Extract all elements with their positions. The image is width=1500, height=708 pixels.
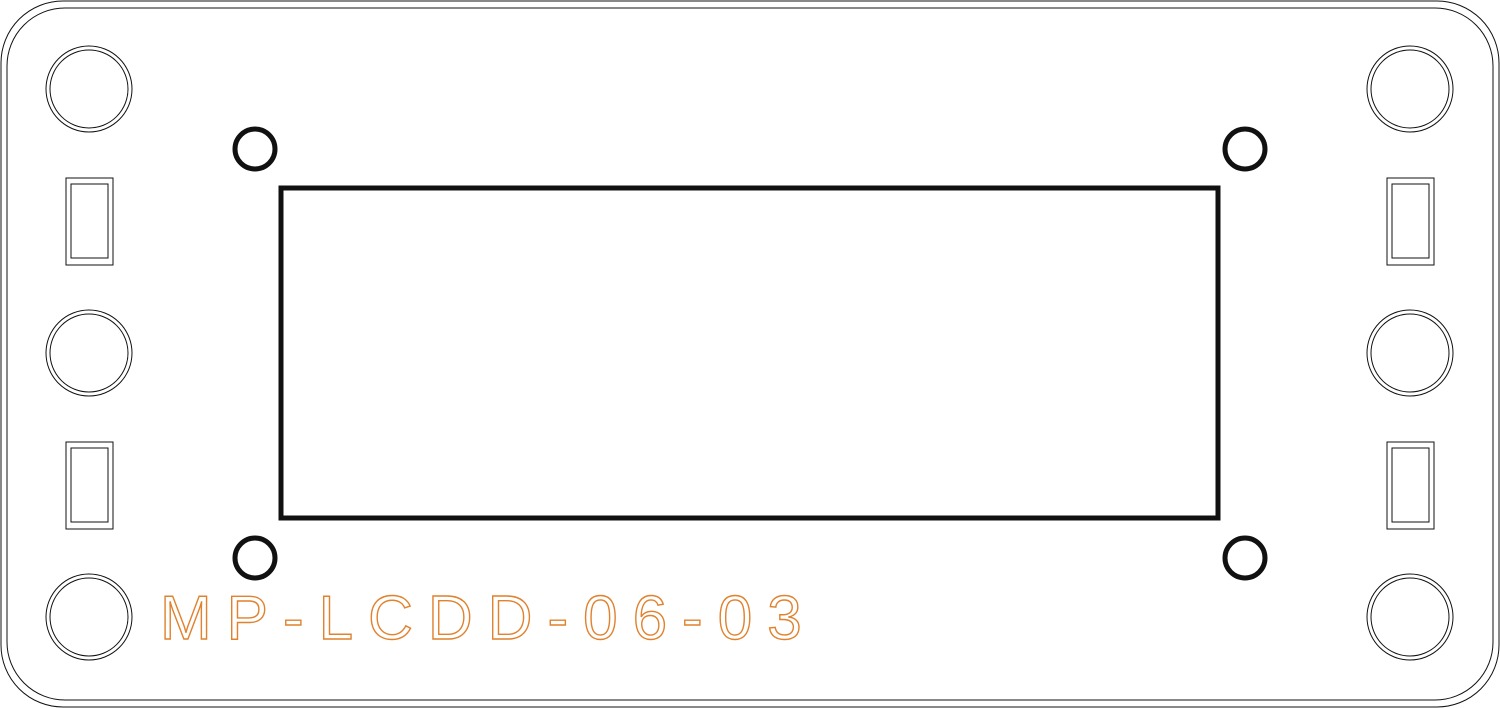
slot-lower-left	[65, 441, 114, 530]
mounting-hole-top-right	[1366, 45, 1454, 133]
screw-hole-top-left	[232, 126, 278, 172]
panel-drawing: MP-LCDD-06-03	[0, 0, 1500, 708]
mounting-hole-middle-left	[45, 309, 133, 397]
mounting-holes	[45, 45, 1454, 661]
slot-upper-right	[1386, 177, 1435, 266]
screw-hole-bottom-left	[232, 535, 278, 581]
slot-lower-right	[1386, 441, 1435, 530]
screw-holes	[232, 126, 1268, 581]
display-cutout	[278, 185, 1221, 521]
mounting-hole-bottom-left	[45, 573, 133, 661]
mounting-hole-top-left	[45, 45, 133, 133]
slots	[65, 177, 1435, 530]
mounting-hole-middle-right	[1366, 309, 1454, 397]
mounting-hole-bottom-right	[1366, 573, 1454, 661]
part-number-label: MP-LCDD-06-03	[160, 584, 817, 653]
screw-hole-top-right	[1222, 126, 1268, 172]
screw-hole-bottom-right	[1222, 535, 1268, 581]
slot-upper-left	[65, 177, 114, 266]
